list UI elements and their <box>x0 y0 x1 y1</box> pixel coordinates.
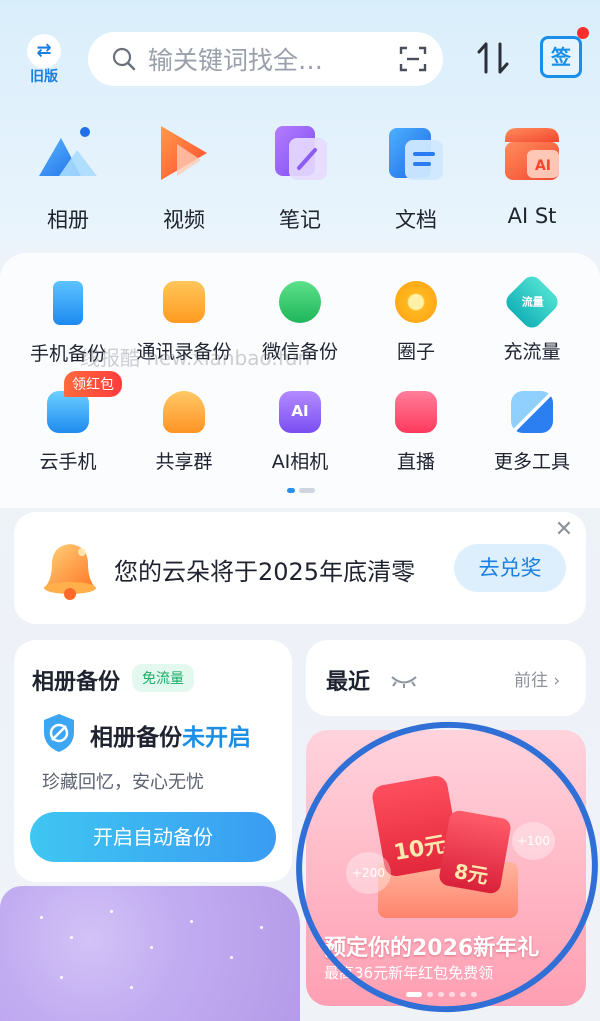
tool-share-group[interactable]: 共享群 <box>126 391 242 474</box>
ai-store-icon: AI <box>505 128 559 180</box>
recent-card[interactable]: 最近 前往 › <box>306 640 586 716</box>
tool-circle[interactable]: 圈子 <box>358 281 474 366</box>
tool-label: 直播 <box>396 451 435 473</box>
app-album[interactable]: 相册 <box>10 120 126 234</box>
scan-icon[interactable] <box>399 45 427 73</box>
ai-camera-icon-text: AI <box>291 402 309 420</box>
ai-camera-icon: AI <box>279 391 321 433</box>
notification-dot <box>577 27 589 39</box>
play-icon <box>161 126 207 180</box>
data-traffic-icon-text: 流量 <box>521 295 544 309</box>
notice-text: 您的云朵将于2025年底清零 <box>114 558 416 586</box>
recent-title: 最近 <box>326 670 371 695</box>
go-link[interactable]: 前往 › <box>514 666 560 691</box>
sign-in-label: 签 <box>551 45 571 69</box>
cloud-phone-icon <box>47 391 89 433</box>
album-backup-card[interactable]: 相册备份 免流量 相册备份未开启 珍藏回忆，安心无忧 开启自动备份 <box>14 640 292 882</box>
app-label: AI St <box>507 204 557 228</box>
bell-icon <box>44 544 96 600</box>
enable-auto-backup-button[interactable]: 开启自动备份 <box>30 812 276 862</box>
tool-live[interactable]: 直播 <box>358 391 474 474</box>
redeem-button[interactable]: 去兑奖 <box>454 544 566 592</box>
phone-icon <box>53 281 83 325</box>
app-label: 笔记 <box>279 208 321 232</box>
app-label: 视频 <box>163 208 205 232</box>
sign-in-button[interactable]: 签 <box>540 27 589 78</box>
backup-status-prefix: 相册备份 <box>90 725 182 751</box>
app-docs[interactable]: 文档 <box>358 120 474 234</box>
app-notes[interactable]: 笔记 <box>242 120 358 234</box>
tool-cloud-phone[interactable]: 领红包 云手机 <box>10 371 126 474</box>
tools-panel: 手机备份 通讯录备份 微信备份 圈子 流量 充流量 领红包 云手机 共享群 AI… <box>0 253 600 508</box>
note-icon <box>275 126 327 180</box>
tv-icon <box>395 391 437 433</box>
free-data-tag: 免流量 <box>132 664 194 692</box>
app-video[interactable]: 视频 <box>126 120 242 234</box>
old-version-label: 旧版 <box>30 69 58 85</box>
page-dot <box>299 488 315 493</box>
tool-ai-camera[interactable]: AI AI相机 <box>242 391 358 474</box>
people-icon <box>163 391 205 433</box>
chat-bubble-icon <box>279 281 321 323</box>
sort-icon[interactable] <box>476 40 510 76</box>
search-bar[interactable]: 输关键词找全… <box>88 32 443 86</box>
tool-label: 更多工具 <box>493 451 570 473</box>
cloud-points-notice: 您的云朵将于2025年底清零 去兑奖 ✕ <box>14 512 586 624</box>
redaction-scribble <box>0 886 300 1021</box>
eye-closed-icon[interactable] <box>390 674 418 688</box>
tool-label: 云手机 <box>39 451 97 473</box>
backup-title: 相册备份 <box>32 670 121 695</box>
tools-row: 领红包 云手机 共享群 AI AI相机 直播 更多工具 <box>10 371 590 474</box>
app-label: 文档 <box>395 208 437 232</box>
tool-label: 圈子 <box>396 341 435 363</box>
app-label: 相册 <box>47 208 89 232</box>
old-version-button[interactable]: ⇄ 旧版 <box>24 34 64 85</box>
tool-label: 共享群 <box>155 451 213 473</box>
swap-icon: ⇄ <box>27 34 61 68</box>
more-tools-icon <box>511 391 553 433</box>
search-icon <box>112 47 136 71</box>
data-traffic-icon: 流量 <box>502 272 562 332</box>
backup-status-highlight: 未开启 <box>182 725 251 751</box>
mountain-icon <box>39 127 97 176</box>
backup-status: 相册备份未开启 <box>90 718 251 752</box>
tool-data-topup[interactable]: 流量 充流量 <box>474 272 590 366</box>
tool-more[interactable]: 更多工具 <box>474 391 590 474</box>
svg-text:AI: AI <box>535 158 551 174</box>
tool-label: 充流量 <box>503 341 561 363</box>
backup-subtitle: 珍藏回忆，安心无忧 <box>42 772 204 793</box>
close-icon[interactable]: ✕ <box>552 518 576 542</box>
contacts-icon <box>163 281 205 323</box>
page-indicator <box>287 488 315 493</box>
app-ai-store[interactable]: AI AI St <box>474 120 590 234</box>
circle-icon <box>395 281 437 323</box>
red-packet-badge: 领红包 <box>64 371 122 397</box>
shield-icon <box>44 714 74 752</box>
tool-label: AI相机 <box>271 451 329 473</box>
main-apps: 相册 视频 笔记 文档 AI AI St <box>10 120 590 234</box>
page-dot-active <box>287 488 295 493</box>
document-icon <box>389 128 443 180</box>
watermark: 线报酷 new.xianbao.fun <box>80 346 311 370</box>
search-input[interactable]: 输关键词找全… <box>148 41 399 77</box>
